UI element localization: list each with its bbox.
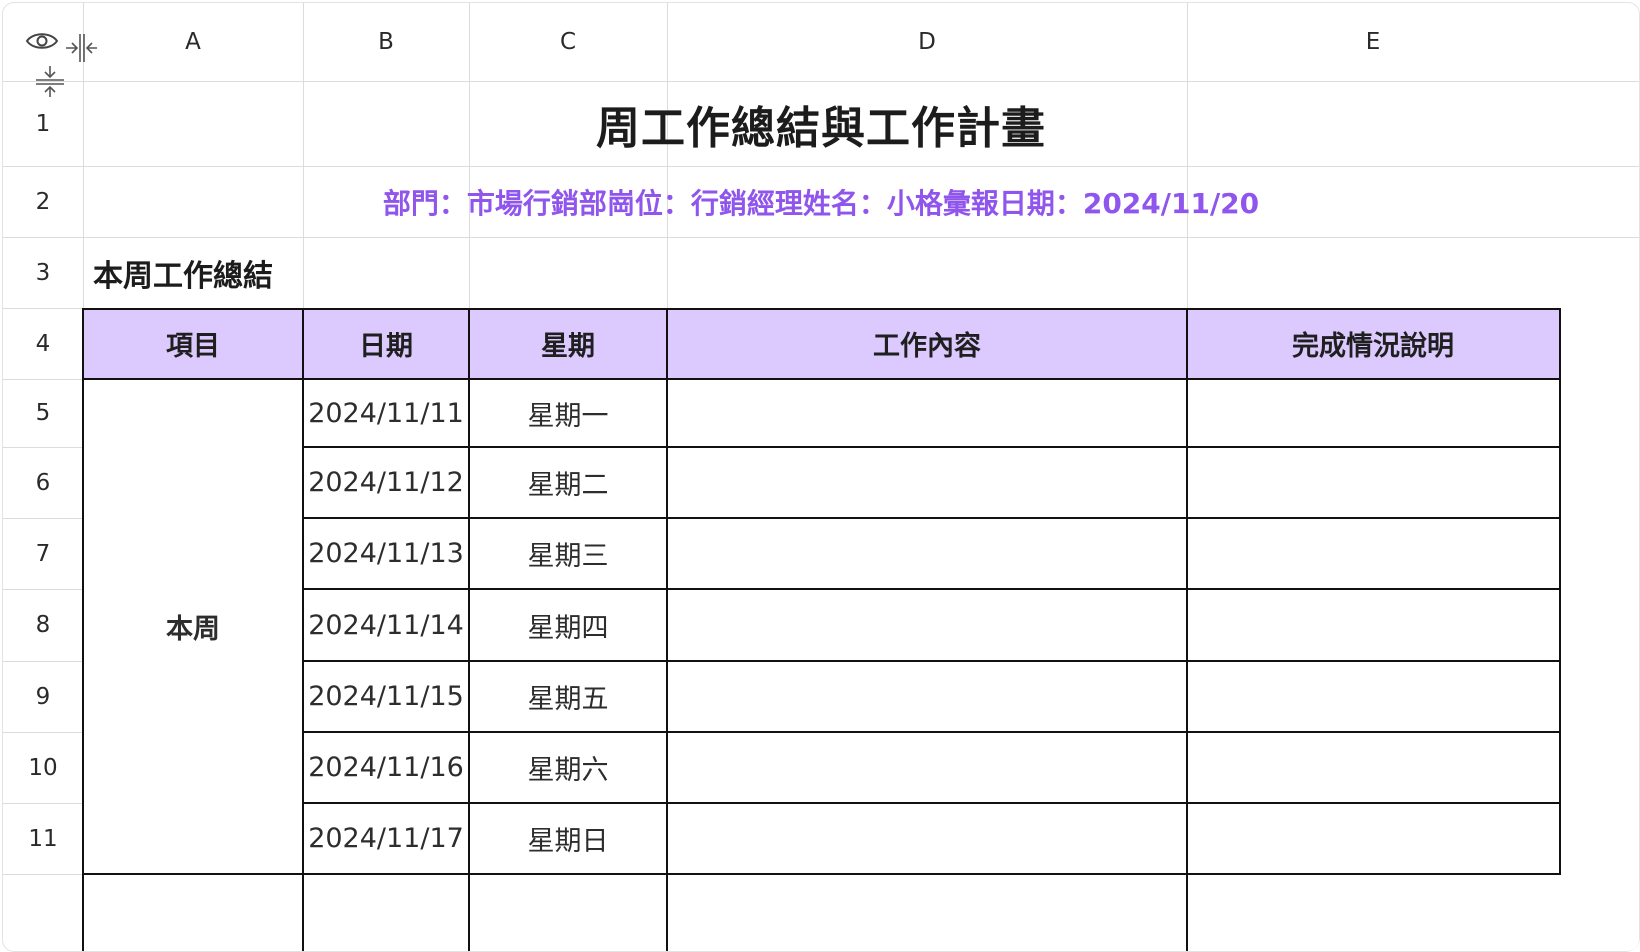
table-cell-status[interactable] bbox=[1187, 732, 1559, 803]
table-border bbox=[666, 308, 668, 951]
table-header-content[interactable]: 工作內容 bbox=[667, 308, 1187, 379]
table-cell-weekday[interactable]: 星期六 bbox=[469, 732, 667, 803]
eye-icon[interactable] bbox=[25, 29, 59, 53]
section-title[interactable]: 本周工作總結 bbox=[83, 237, 303, 308]
spreadsheet-window: A B C D E 1 2 3 4 5 6 7 8 9 10 11 周工作總結與… bbox=[0, 0, 1640, 952]
row-header-4[interactable]: 4 bbox=[3, 308, 83, 379]
table-cell-weekday[interactable]: 星期一 bbox=[469, 379, 667, 447]
sheet-subtitle[interactable]: 部門：市場行銷部崗位：行銷經理姓名：小格彙報日期：2024/11/20 bbox=[83, 166, 1559, 237]
row-header-9[interactable]: 9 bbox=[3, 661, 83, 732]
spreadsheet-grid: A B C D E 1 2 3 4 5 6 7 8 9 10 11 周工作總結與… bbox=[2, 2, 1640, 952]
table-border bbox=[83, 308, 1561, 310]
table-cell-status[interactable] bbox=[1187, 803, 1559, 874]
table-cell-status[interactable] bbox=[1187, 661, 1559, 732]
table-border bbox=[82, 308, 84, 951]
table-cell-date[interactable]: 2024/11/17 bbox=[303, 803, 469, 874]
table-border bbox=[303, 588, 1561, 590]
table-cell-status[interactable] bbox=[1187, 518, 1559, 589]
row-header-5[interactable]: 5 bbox=[3, 379, 83, 447]
table-group-label[interactable]: 本周 bbox=[83, 379, 303, 874]
table-border bbox=[83, 378, 1561, 380]
table-cell-weekday[interactable]: 星期五 bbox=[469, 661, 667, 732]
table-cell-weekday[interactable]: 星期三 bbox=[469, 518, 667, 589]
table-border bbox=[468, 308, 470, 951]
table-border bbox=[303, 446, 1561, 448]
table-header-weekday[interactable]: 星期 bbox=[469, 308, 667, 379]
table-header-date[interactable]: 日期 bbox=[303, 308, 469, 379]
row-header-10[interactable]: 10 bbox=[3, 732, 83, 803]
row-header-11[interactable]: 11 bbox=[3, 803, 83, 874]
table-border bbox=[303, 802, 1561, 804]
table-cell-content[interactable] bbox=[667, 803, 1187, 874]
column-header-b[interactable]: B bbox=[303, 3, 469, 81]
table-cell-status[interactable] bbox=[1187, 379, 1559, 447]
table-cell-content[interactable] bbox=[667, 732, 1187, 803]
row-header-6[interactable]: 6 bbox=[3, 447, 83, 518]
table-cell-weekday[interactable]: 星期日 bbox=[469, 803, 667, 874]
sheet-title[interactable]: 周工作總結與工作計畫 bbox=[83, 81, 1559, 166]
table-cell-date[interactable]: 2024/11/15 bbox=[303, 661, 469, 732]
table-border bbox=[303, 517, 1561, 519]
row-header-7[interactable]: 7 bbox=[3, 518, 83, 589]
column-header-a[interactable]: A bbox=[83, 3, 303, 81]
column-header-e[interactable]: E bbox=[1187, 3, 1559, 81]
row-header-2[interactable]: 2 bbox=[3, 166, 83, 237]
table-cell-date[interactable]: 2024/11/11 bbox=[303, 379, 469, 447]
table-cell-content[interactable] bbox=[667, 447, 1187, 518]
table-cell-status[interactable] bbox=[1187, 447, 1559, 518]
table-cell-date[interactable]: 2024/11/13 bbox=[303, 518, 469, 589]
row-header-8[interactable]: 8 bbox=[3, 589, 83, 661]
table-cell-content[interactable] bbox=[667, 589, 1187, 661]
table-cell-weekday[interactable]: 星期二 bbox=[469, 447, 667, 518]
table-header-item[interactable]: 項目 bbox=[83, 308, 303, 379]
table-cell-date[interactable]: 2024/11/12 bbox=[303, 447, 469, 518]
table-border bbox=[1186, 308, 1188, 951]
column-header-c[interactable]: C bbox=[469, 3, 667, 81]
row-header-3[interactable]: 3 bbox=[3, 237, 83, 308]
gridline bbox=[3, 874, 83, 875]
row-header-1[interactable]: 1 bbox=[3, 81, 83, 166]
table-header-status[interactable]: 完成情況說明 bbox=[1187, 308, 1559, 379]
table-border bbox=[303, 731, 1561, 733]
table-cell-date[interactable]: 2024/11/14 bbox=[303, 589, 469, 661]
column-header-d[interactable]: D bbox=[667, 3, 1187, 81]
table-cell-date[interactable]: 2024/11/16 bbox=[303, 732, 469, 803]
table-cell-content[interactable] bbox=[667, 518, 1187, 589]
table-border bbox=[83, 873, 1561, 875]
table-cell-status[interactable] bbox=[1187, 589, 1559, 661]
table-cell-weekday[interactable]: 星期四 bbox=[469, 589, 667, 661]
table-cell-content[interactable] bbox=[667, 379, 1187, 447]
table-border bbox=[1559, 308, 1561, 875]
table-border bbox=[303, 660, 1561, 662]
table-border bbox=[302, 308, 304, 951]
table-cell-content[interactable] bbox=[667, 661, 1187, 732]
